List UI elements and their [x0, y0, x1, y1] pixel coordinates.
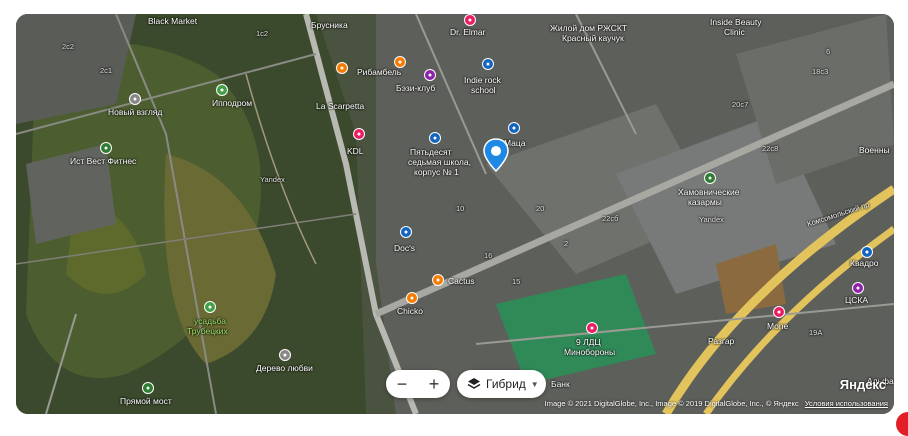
- satellite-imagery: [16, 14, 894, 414]
- poi-bar-icon[interactable]: ●: [400, 226, 412, 238]
- poi-accessibility-icon[interactable]: ●: [508, 122, 520, 134]
- label-khamovnicheskie: Хамовнические: [678, 187, 740, 197]
- terms-link[interactable]: Условия использования: [805, 399, 888, 408]
- layers-icon: [467, 378, 481, 389]
- yandex-logo: Яндекс: [839, 377, 886, 392]
- label-ist-vest: Ист Вест Фитнес: [70, 156, 137, 166]
- poi-park-icon[interactable]: ●: [216, 84, 228, 96]
- attribution-text: Image © 2021 DigitalGlobe, Inc., Image ©…: [544, 399, 799, 408]
- poi-school-icon[interactable]: ●: [482, 58, 494, 70]
- poi-food-icon[interactable]: ●: [394, 56, 406, 68]
- label-derevo-lyubvi: Дерево любви: [256, 363, 313, 373]
- label-school-name-3: корпус № 1: [414, 167, 459, 177]
- label-black-market: Black Market: [148, 16, 198, 26]
- label-bazi-klub: Бэзи-клуб: [396, 83, 436, 93]
- label-la-scarpetta: La Scarpetta: [316, 101, 365, 111]
- poi-school-icon[interactable]: ●: [861, 246, 873, 258]
- poi-landmark-icon[interactable]: ●: [142, 382, 154, 394]
- label-clinic: Clinic: [724, 27, 745, 37]
- label-yandex-watermark-2: Yandex: [699, 215, 724, 224]
- building-number: 19А: [809, 328, 823, 337]
- building-number: 15: [512, 277, 521, 286]
- map-layer-button[interactable]: Гибрид ▼: [457, 370, 546, 398]
- building-number: 2с1: [100, 66, 113, 75]
- map-attribution: Image © 2021 DigitalGlobe, Inc., Image ©…: [545, 399, 888, 408]
- building-number: 2с2: [62, 42, 75, 51]
- label-ribambel: Рибамбель: [357, 67, 402, 77]
- label-school-name-2: седьмая школа,: [408, 157, 471, 167]
- label-pryamoy-most: Прямой мост: [120, 396, 172, 406]
- label-school: school: [471, 85, 496, 95]
- label-bank: Банк: [551, 379, 570, 389]
- label-kazarmy: казармы: [688, 197, 722, 207]
- label-ldts: 9 ЛДЦ: [576, 337, 601, 347]
- zoom-out-button[interactable]: −: [386, 370, 418, 398]
- zoom-in-button[interactable]: +: [418, 370, 450, 398]
- poi-sport-icon[interactable]: ●: [852, 282, 864, 294]
- poi-health-icon[interactable]: ●: [586, 322, 598, 334]
- poi-landmark-icon[interactable]: ●: [704, 172, 716, 184]
- building-number: 20: [536, 204, 545, 213]
- label-tsska: ЦСКА: [845, 295, 869, 305]
- label-indie-rock: Indie rock: [464, 75, 501, 85]
- label-school-name-1: Пятьдесят: [410, 147, 452, 157]
- label-cactus: Cactus: [448, 276, 475, 286]
- label-inside-beauty: Inside Beauty: [710, 17, 762, 27]
- poi-landmark-icon[interactable]: ●: [279, 349, 291, 361]
- label-ippodrom: Ипподром: [212, 98, 253, 108]
- building-number: 1с2: [256, 29, 269, 38]
- building-number: 22сб: [602, 214, 619, 223]
- poi-health-icon[interactable]: ●: [464, 14, 476, 26]
- floating-action-button[interactable]: [896, 412, 908, 436]
- label-kdl: KDL: [347, 146, 364, 156]
- building-number: 2: [564, 239, 569, 248]
- chevron-down-icon: ▼: [530, 379, 539, 389]
- label-trubetskikh: Трубецких: [187, 326, 228, 336]
- poi-park-icon[interactable]: ●: [204, 301, 216, 313]
- building-number: 22с8: [762, 144, 779, 153]
- poi-shop-icon[interactable]: ●: [424, 69, 436, 81]
- label-chicko: Chicko: [397, 306, 423, 316]
- label-kvadro: Квадро: [850, 258, 879, 268]
- poi-optics-icon[interactable]: ●: [129, 93, 141, 105]
- poi-sport-icon[interactable]: ●: [100, 142, 112, 154]
- building-number: 6: [826, 47, 831, 56]
- poi-shop-icon[interactable]: ●: [773, 306, 785, 318]
- label-usadba: усадьба: [194, 316, 226, 326]
- label-mone: Mone: [767, 321, 789, 331]
- building-number: 10: [456, 204, 465, 213]
- label-brusnika: Брусника: [311, 20, 348, 30]
- poi-school-icon[interactable]: ●: [429, 132, 441, 144]
- building-number: 18с3: [812, 67, 829, 76]
- label-voenny: Военны: [859, 145, 890, 155]
- label-dr-elmar: Dr. Elmar: [450, 27, 486, 37]
- building-number: 16: [484, 251, 493, 260]
- label-minoborony: Минобороны: [564, 347, 616, 357]
- label-zhiloy-dom: Жилой дом РЖСКТ: [550, 23, 627, 33]
- satellite-map[interactable]: Black Market Брусника Dr. Elmar Жилой до…: [16, 14, 894, 414]
- poi-health-icon[interactable]: ●: [353, 128, 365, 140]
- poi-food-icon[interactable]: ●: [336, 62, 348, 74]
- label-docs: Doc's: [394, 243, 415, 253]
- building-number: 20с7: [732, 100, 749, 109]
- poi-food-icon[interactable]: ●: [432, 274, 444, 286]
- label-novy-vzglyad: Новый взгляд: [108, 107, 163, 117]
- label-yandex-watermark-1: Yandex: [260, 175, 285, 184]
- location-pin-icon[interactable]: [483, 138, 509, 172]
- poi-food-icon[interactable]: ●: [406, 292, 418, 304]
- label-krasny-kauchuk: Красный каучук: [562, 33, 624, 43]
- map-layer-label: Гибрид: [486, 377, 526, 391]
- zoom-control: − +: [386, 370, 450, 398]
- label-razgar: Разгар: [708, 336, 735, 346]
